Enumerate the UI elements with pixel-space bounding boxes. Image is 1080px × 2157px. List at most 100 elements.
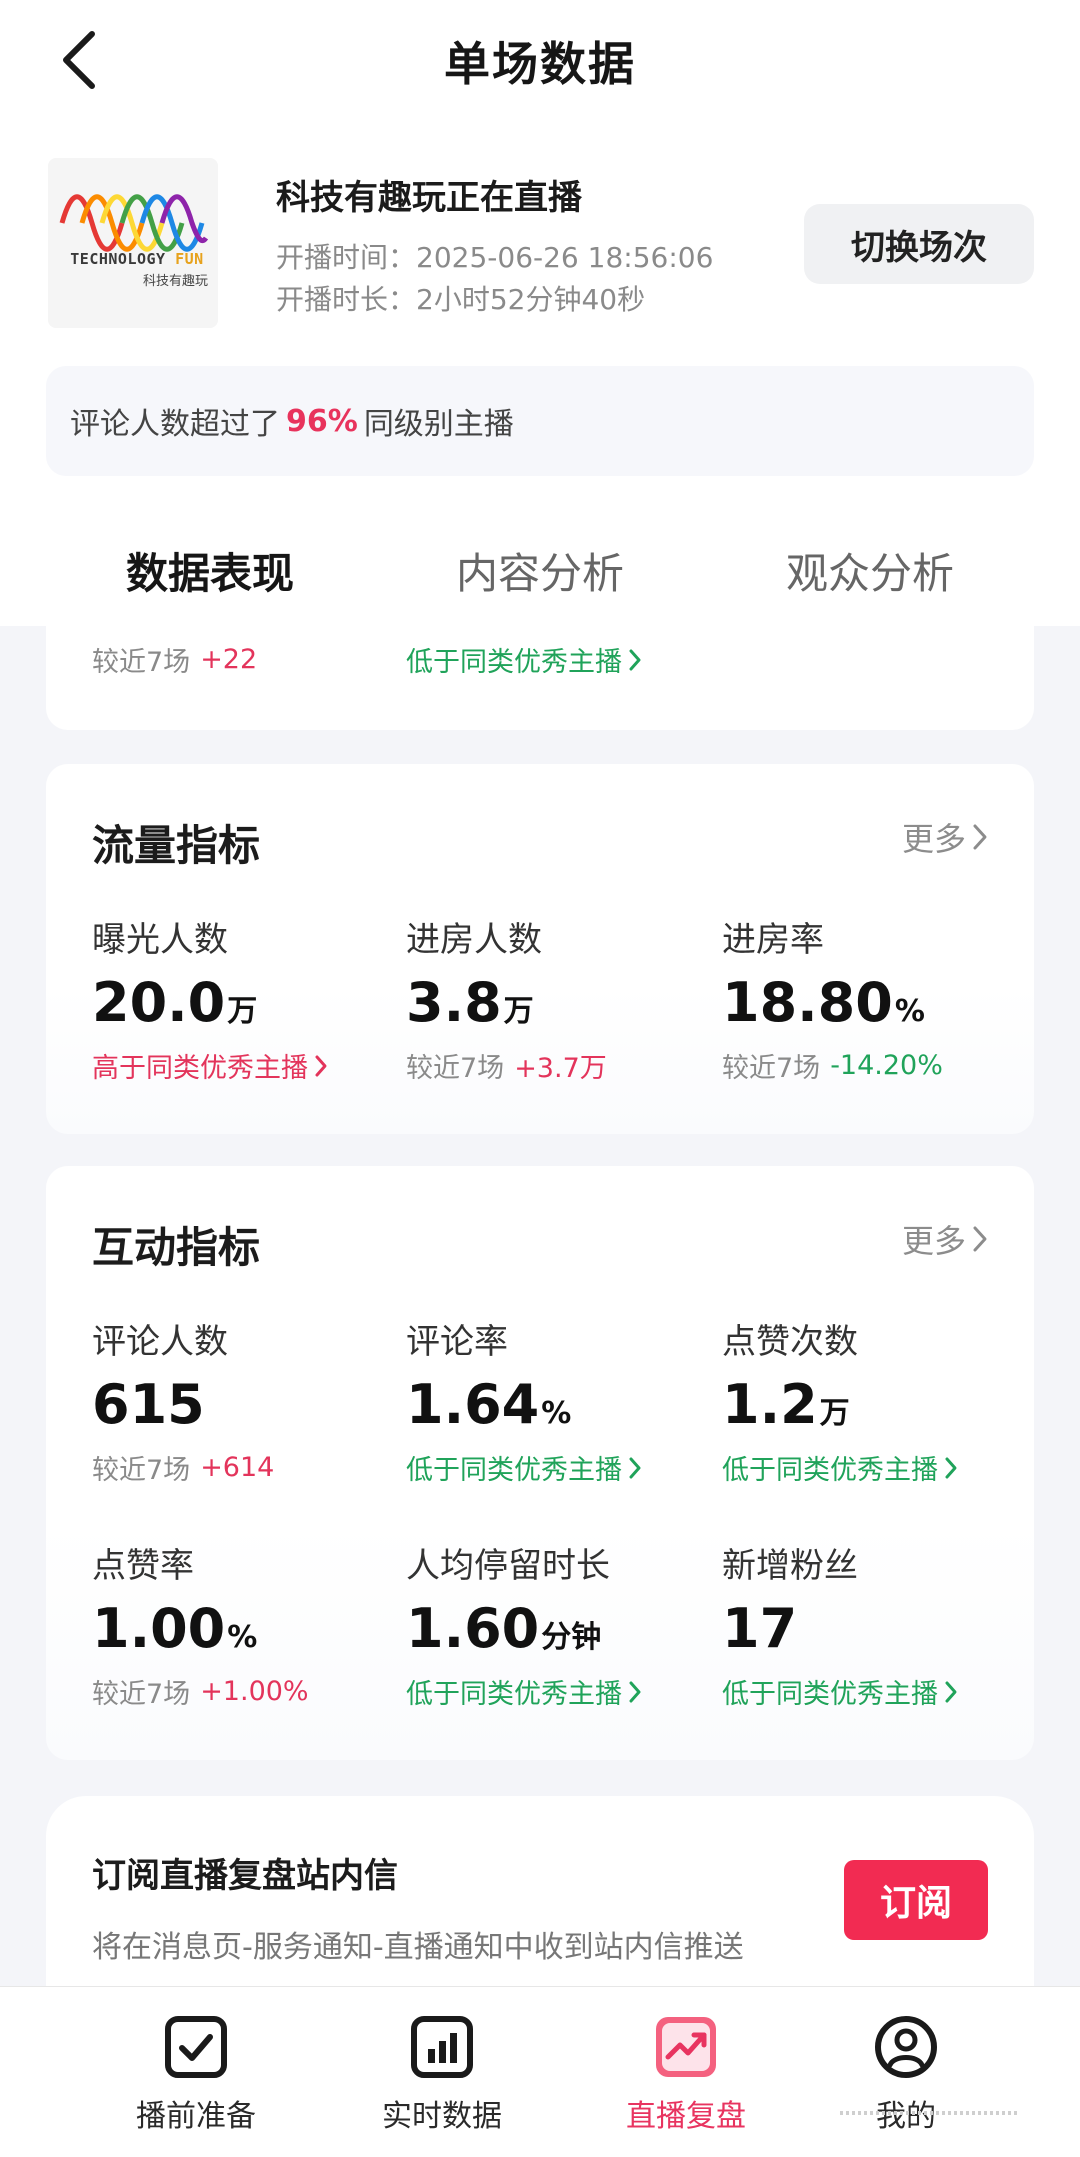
- switch-session-button[interactable]: 切换场次: [804, 204, 1034, 284]
- subscription-title: 订阅直播复盘站内信: [92, 1856, 398, 1896]
- nav-pre-live[interactable]: 播前准备: [96, 1987, 296, 2157]
- metric-avg-stay: 人均停留时长 1.60分钟 低于同类优秀主播: [406, 1538, 642, 1711]
- benchmark-link[interactable]: 高于同类优秀主播: [92, 1046, 328, 1085]
- compare-value: +614: [200, 1452, 275, 1483]
- compare-label: 较近7场: [92, 1679, 191, 1710]
- metric-value: 1.00%: [92, 1597, 309, 1660]
- benchmark-text: 低于同类优秀主播: [406, 1455, 622, 1486]
- duration-row: 开播时长：2小时52分钟40秒: [276, 278, 645, 318]
- metric-number: 3.8: [406, 971, 502, 1034]
- metric-unit: 分钟: [541, 1620, 602, 1655]
- duration-label: 开播时长：: [276, 283, 417, 316]
- tab-data-performance[interactable]: 数据表现: [46, 520, 374, 620]
- benchmark-link[interactable]: 低于同类优秀主播: [722, 1672, 958, 1711]
- metric-unit: %: [541, 1396, 572, 1431]
- metric-unit: 万: [819, 1396, 850, 1431]
- chevron-right-icon: [629, 649, 641, 670]
- nav-live-review[interactable]: 直播复盘: [586, 1987, 786, 2157]
- tab-content-analysis[interactable]: 内容分析: [376, 520, 704, 620]
- chevron-right-icon: [945, 1457, 957, 1478]
- metric-number: 1.00: [92, 1597, 226, 1660]
- partial-benchmark-link[interactable]: 低于同类优秀主播: [406, 640, 642, 679]
- anchor-logo: TECHNOLOGY FUN 科技有趣玩: [48, 158, 218, 328]
- more-label: 更多: [901, 1222, 966, 1260]
- metric-comment-rate: 评论率 1.64% 低于同类优秀主播: [406, 1314, 642, 1487]
- tab-audience-analysis[interactable]: 观众分析: [706, 520, 1034, 620]
- traffic-metrics-card: 流量指标 更多 曝光人数 20.0万 高于同类优秀主播 进房人数 3.8万 较近…: [46, 764, 1034, 1134]
- notice-suffix: 同级别主播: [363, 407, 514, 442]
- logo-word-technology: TECHNOLOGY: [70, 250, 166, 268]
- metric-unit: %: [894, 994, 925, 1029]
- metric-label: 新增粉丝: [722, 1546, 858, 1586]
- metric-value: 1.60分钟: [406, 1597, 642, 1660]
- metric-label: 人均停留时长: [406, 1546, 610, 1586]
- bar-chart-icon: [411, 2016, 473, 2078]
- compare-label: 较近7场: [406, 1053, 505, 1084]
- traffic-more-link[interactable]: 更多: [902, 814, 988, 860]
- benchmark-text: 低于同类优秀主播: [722, 1679, 938, 1710]
- interaction-title: 互动指标: [92, 1223, 261, 1272]
- start-time-label: 开播时间：: [276, 241, 417, 274]
- more-label: 更多: [901, 820, 966, 858]
- compare-value: -14.20%: [830, 1050, 943, 1081]
- compare-row: 较近7场 -14.20%: [722, 1046, 943, 1085]
- metric-number: 1.2: [722, 1373, 818, 1436]
- tab-bar: 数据表现 内容分析 观众分析: [46, 520, 1034, 626]
- subscribe-button[interactable]: 订阅: [844, 1860, 988, 1940]
- benchmark-link[interactable]: 低于同类优秀主播: [406, 1672, 642, 1711]
- metric-value: 17: [722, 1597, 958, 1660]
- nav-label: 播前准备: [136, 2099, 256, 2134]
- compare-value: +3.7万: [514, 1053, 607, 1084]
- metric-label: 曝光人数: [92, 920, 228, 960]
- metric-value: 615: [92, 1373, 274, 1436]
- duration-value: 2小时52分钟40秒: [416, 283, 646, 316]
- benchmark-text: 低于同类优秀主播: [406, 1679, 622, 1710]
- benchmark-text: 高于同类优秀主播: [92, 1053, 308, 1084]
- metric-like-rate: 点赞率 1.00% 较近7场 +1.00%: [92, 1538, 309, 1711]
- metric-number: 17: [722, 1597, 798, 1660]
- nav-mine[interactable]: 我的: [806, 1987, 1006, 2157]
- interaction-metrics-card: 互动指标 更多 评论人数 615 较近7场 +614 评论率 1.64% 低于同…: [46, 1166, 1034, 1760]
- notice-percent: 96%: [286, 403, 358, 439]
- logo-wordmark: TECHNOLOGY FUN: [62, 250, 212, 268]
- metric-room-entries: 进房人数 3.8万 较近7场 +3.7万: [406, 912, 607, 1085]
- benchmark-link[interactable]: 低于同类优秀主播: [722, 1448, 958, 1487]
- compare-label: 较近7场: [92, 1455, 191, 1486]
- metric-unit: %: [227, 1620, 258, 1655]
- metric-commenters: 评论人数 615 较近7场 +614: [92, 1314, 274, 1487]
- notice-prefix: 评论人数超过了: [70, 407, 280, 442]
- bottom-navigation: 播前准备 实时数据 直播复盘 我的: [0, 1986, 1080, 2157]
- metric-exposure: 曝光人数 20.0万 高于同类优秀主播: [92, 912, 328, 1085]
- nav-realtime[interactable]: 实时数据: [342, 1987, 542, 2157]
- compare-value: +1.00%: [200, 1676, 309, 1707]
- metric-value: 3.8万: [406, 971, 607, 1034]
- benchmark-text: 低于同类优秀主播: [722, 1455, 938, 1486]
- chevron-right-icon: [629, 1457, 641, 1478]
- anchor-name: 科技有趣玩正在直播: [276, 178, 582, 218]
- compare-label: 较近7场: [722, 1053, 821, 1084]
- metric-number: 1.60: [406, 1597, 540, 1660]
- partial-benchmark-text: 低于同类优秀主播: [406, 647, 622, 678]
- page-title: 单场数据: [444, 37, 636, 91]
- checkbox-icon: [165, 2016, 227, 2078]
- start-time-value: 2025-06-26 18:56:06: [416, 241, 714, 274]
- interaction-more-link[interactable]: 更多: [902, 1216, 988, 1262]
- metric-value: 18.80%: [722, 971, 943, 1034]
- partial-compare-value: +22: [200, 644, 258, 675]
- metric-unit: 万: [227, 994, 258, 1029]
- chevron-right-icon: [629, 1681, 641, 1702]
- metric-value: 1.64%: [406, 1373, 642, 1436]
- start-time-row: 开播时间：2025-06-26 18:56:06: [276, 236, 713, 276]
- metric-value: 20.0万: [92, 971, 328, 1034]
- metric-likes: 点赞次数 1.2万 低于同类优秀主播: [722, 1314, 958, 1487]
- metric-label: 点赞次数: [722, 1322, 858, 1362]
- metric-unit: 万: [503, 994, 534, 1029]
- metric-number: 18.80: [722, 971, 893, 1034]
- chevron-right-icon: [945, 1681, 957, 1702]
- home-indicator: [840, 2111, 1020, 2115]
- metric-label: 进房率: [722, 920, 824, 960]
- benchmark-link[interactable]: 低于同类优秀主播: [406, 1448, 642, 1487]
- partial-compare-label: 较近7场: [92, 647, 191, 678]
- compare-row: 较近7场 +3.7万: [406, 1046, 607, 1085]
- metric-value: 1.2万: [722, 1373, 958, 1436]
